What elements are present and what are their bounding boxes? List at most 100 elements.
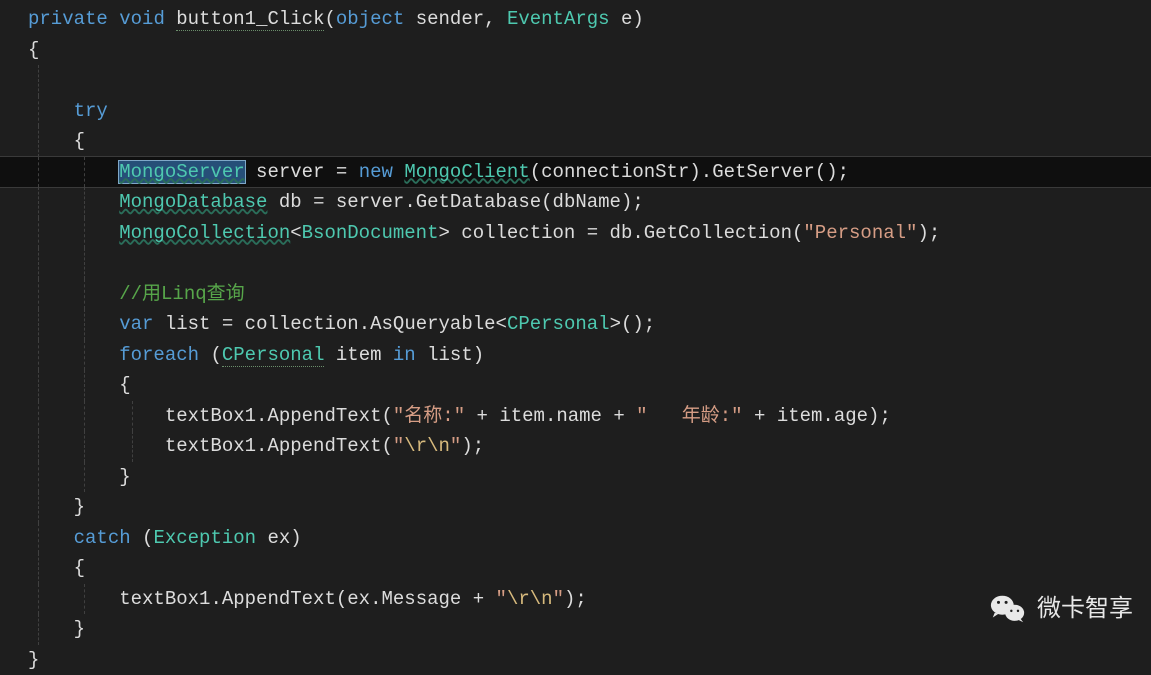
code-line[interactable]: } [0,462,1151,493]
punct: ) [473,344,484,366]
code-line[interactable] [0,248,1151,279]
variable: item [777,405,823,427]
code-line[interactable]: } [0,492,1151,523]
punct: . [545,405,556,427]
comment: //用Linq查询 [119,283,244,305]
keyword-void: void [119,8,165,30]
string-quote: " [496,588,507,610]
punct: . [404,191,415,213]
punct: , [484,8,507,30]
brace-close: } [74,496,85,518]
punct: ); [621,191,644,213]
brace-close: } [119,466,130,488]
code-line[interactable]: var list = collection.AsQueryable<CPerso… [0,309,1151,340]
punct: . [632,222,643,244]
operator: = [587,222,598,244]
code-line[interactable]: //用Linq查询 [0,279,1151,310]
code-line[interactable]: catch (Exception ex) [0,523,1151,554]
method-call: GetDatabase [416,191,541,213]
punct: ). [689,161,712,183]
operator: + [477,405,488,427]
type-cpersonal: CPersonal [222,344,325,367]
variable: server [256,161,324,183]
code-line[interactable]: { [0,553,1151,584]
variable: ex [347,588,370,610]
punct: ( [381,405,392,427]
code-line[interactable]: { [0,35,1151,66]
method-call: AppendText [267,405,381,427]
type-mongoclient: MongoClient [404,161,529,183]
code-line[interactable]: } [0,614,1151,645]
brace-close: } [74,618,85,640]
variable: item [336,344,382,366]
punct: < [496,313,507,335]
variable: textBox1 [165,405,256,427]
escape-sequence: \r\n [404,435,450,457]
punct: . [822,405,833,427]
punct: ); [461,435,484,457]
keyword-private: private [28,8,108,30]
code-line[interactable]: { [0,370,1151,401]
string-literal: "名称:" [393,405,465,427]
variable: ex [267,527,290,549]
code-line[interactable]: textBox1.AppendText("\r\n"); [0,431,1151,462]
method-call: AppendText [267,435,381,457]
type-mongoserver-selected: MongoServer [118,160,245,184]
keyword-foreach: foreach [119,344,199,366]
variable: dbName [553,191,621,213]
watermark-text: 微卡智享 [1037,590,1133,628]
property: age [834,405,868,427]
type-mongocollection: MongoCollection [119,222,290,244]
code-editor[interactable]: private void button1_Click ( object sender… [0,0,1151,675]
punct: . [370,588,381,610]
code-line[interactable]: { [0,126,1151,157]
code-line-current[interactable]: MongoServer server = new MongoClient(con… [0,156,1151,189]
code-line[interactable]: textBox1.AppendText("名称:" + item.name + … [0,401,1151,432]
type-cpersonal: CPersonal [507,313,610,335]
escape-sequence: \r\n [507,588,553,610]
brace-open: { [28,39,39,61]
code-line[interactable]: foreach (CPersonal item in list) [0,340,1151,371]
punct: ) [290,527,301,549]
property: Message [382,588,462,610]
punct: ( [541,191,552,213]
wechat-icon [989,590,1027,628]
variable: list [427,344,473,366]
keyword-in: in [393,344,416,366]
method-call: AppendText [222,588,336,610]
punct: ); [917,222,940,244]
punct: > [438,222,449,244]
punct: < [290,222,301,244]
keyword-try: try [74,100,108,122]
punct: (); [815,161,849,183]
code-line[interactable] [0,65,1151,96]
code-line[interactable]: MongoCollection<BsonDocument> collection… [0,218,1151,249]
string-literal: "Personal" [803,222,917,244]
type-eventargs: EventArgs [507,8,610,30]
param: e [621,8,632,30]
brace-open: { [74,130,85,152]
param: sender [416,8,484,30]
string-quote: " [393,435,404,457]
punct: ); [868,405,891,427]
variable: collection [461,222,575,244]
keyword-catch: catch [74,527,131,549]
code-line[interactable]: textBox1.AppendText(ex.Message + "\r\n")… [0,584,1151,615]
keyword-var: var [119,313,153,335]
operator: + [473,588,484,610]
type-exception: Exception [153,527,256,549]
code-line[interactable]: private void button1_Click(object sender… [0,4,1151,35]
punct: ) [632,8,643,30]
punct: . [256,405,267,427]
keyword-object: object [336,8,404,30]
operator: = [336,161,347,183]
punct: ( [381,435,392,457]
method-call: AsQueryable [370,313,495,335]
operator: + [754,405,765,427]
watermark: 微卡智享 [989,590,1133,628]
code-line[interactable]: MongoDatabase db = server.GetDatabase(db… [0,187,1151,218]
method-name: button1_Click [176,8,324,31]
punct: . [256,435,267,457]
code-line[interactable]: try [0,96,1151,127]
code-line[interactable]: } [0,645,1151,675]
